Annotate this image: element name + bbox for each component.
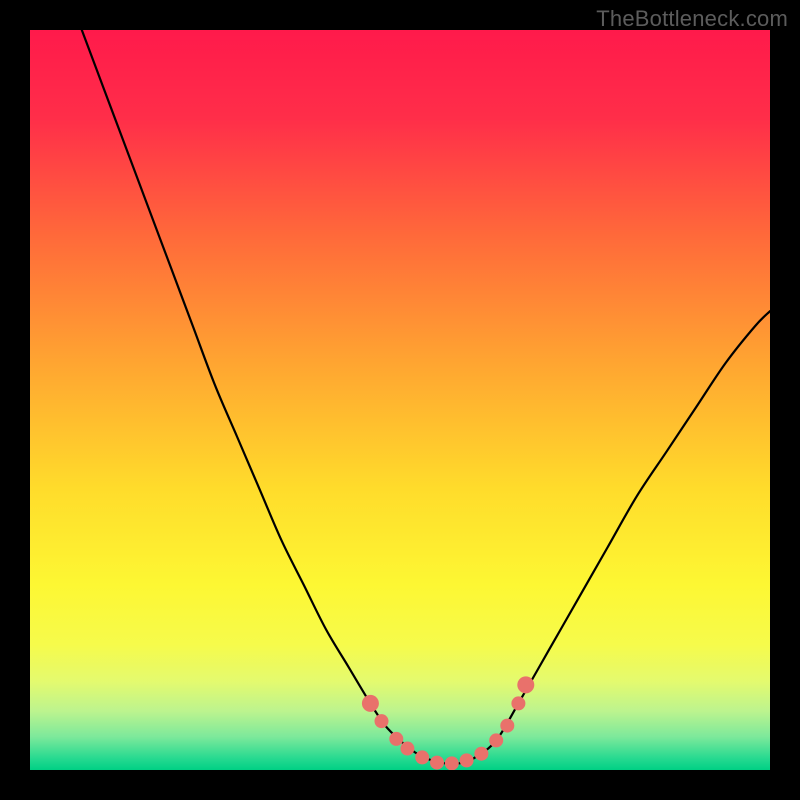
bead [375, 714, 389, 728]
curve-layer [30, 30, 770, 770]
bead [415, 750, 429, 764]
bead [362, 695, 379, 712]
chart-frame: TheBottleneck.com [0, 0, 800, 800]
bead [445, 756, 459, 770]
bottleneck-curve [82, 30, 770, 764]
bead [511, 696, 525, 710]
highlight-beads [362, 676, 534, 770]
bead [400, 742, 414, 756]
plot-area [30, 30, 770, 770]
watermark-text: TheBottleneck.com [596, 6, 788, 32]
bead [430, 756, 444, 770]
bead [389, 732, 403, 746]
bead [500, 719, 514, 733]
bead [474, 747, 488, 761]
bead [460, 753, 474, 767]
bead [517, 676, 534, 693]
bead [489, 733, 503, 747]
